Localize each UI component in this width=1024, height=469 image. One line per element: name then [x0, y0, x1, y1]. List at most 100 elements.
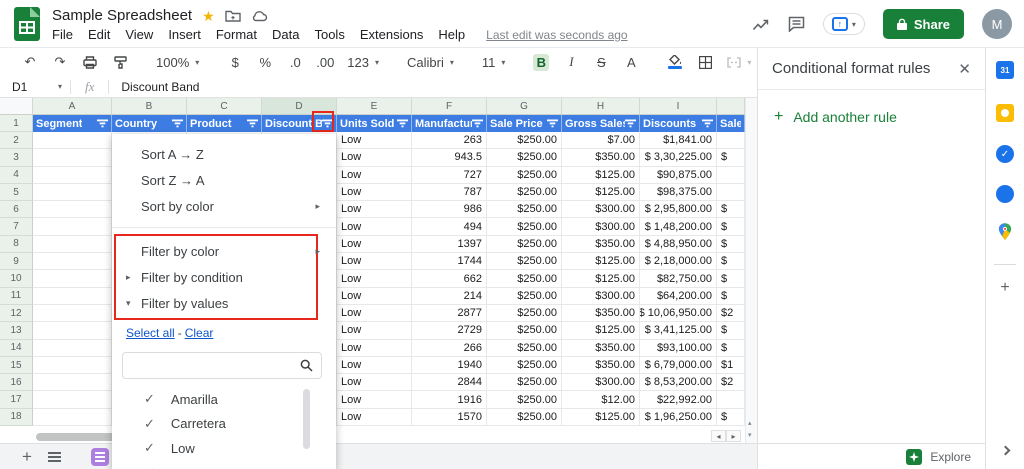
cell[interactable]: $93,100.00 [640, 339, 717, 357]
font-select[interactable]: Calibri ▾ [407, 55, 454, 70]
cell[interactable]: $ [717, 322, 745, 340]
header-cell-units-sold[interactable]: Units Sold [337, 115, 412, 132]
merge-cells-button[interactable]: ▾ [727, 56, 751, 68]
star-icon[interactable]: ★ [202, 9, 215, 23]
cell[interactable]: $350.00 [562, 339, 640, 357]
cell[interactable]: 787 [412, 183, 487, 202]
row-number[interactable]: 5 [0, 183, 33, 202]
cell[interactable]: 1744 [412, 253, 487, 271]
row-number[interactable]: 18 [0, 408, 33, 427]
increase-decimal-button[interactable]: .00 [316, 55, 334, 70]
cell[interactable]: $300.00 [562, 374, 640, 392]
menu-extensions[interactable]: Extensions [360, 27, 424, 42]
column-header-H[interactable]: H [562, 98, 640, 115]
cell[interactable]: $2 [717, 374, 745, 392]
cell[interactable]: $250.00 [487, 149, 562, 167]
cell[interactable]: $250.00 [487, 235, 562, 254]
undo-button[interactable]: ↶ [22, 54, 38, 70]
menu-file[interactable]: File [52, 27, 73, 42]
row-number[interactable]: 8 [0, 235, 33, 254]
column-header-D[interactable]: D [262, 98, 337, 115]
filter-icon[interactable] [322, 119, 333, 128]
cell[interactable]: Low [337, 322, 412, 340]
document-title[interactable]: Sample Spreadsheet [52, 7, 192, 24]
cell[interactable] [33, 183, 112, 202]
filter-icon[interactable] [702, 119, 713, 128]
cell[interactable]: 1570 [412, 408, 487, 427]
cell[interactable]: Low [337, 304, 412, 323]
cell[interactable]: $64,200.00 [640, 287, 717, 305]
cell[interactable]: $250.00 [487, 322, 562, 340]
cell[interactable]: $ 1,48,200.00 [640, 218, 717, 236]
cell[interactable]: 266 [412, 339, 487, 357]
vertical-scrollbar[interactable]: ▴ ▾ [745, 98, 757, 443]
cell[interactable]: $300.00 [562, 201, 640, 219]
cell[interactable]: $12.00 [562, 391, 640, 409]
cell[interactable]: 1397 [412, 235, 487, 254]
cell[interactable]: $ 4,88,950.00 [640, 235, 717, 254]
column-header-F[interactable]: F [412, 98, 487, 115]
column-header-B[interactable]: B [112, 98, 187, 115]
close-icon[interactable]: ✕ [958, 60, 971, 78]
cloud-status-icon[interactable] [251, 10, 268, 22]
cell[interactable]: Low [337, 235, 412, 254]
filter-icon[interactable] [547, 119, 558, 128]
bold-button[interactable]: B [533, 53, 550, 71]
cell[interactable]: $ [717, 149, 745, 167]
cell[interactable]: $125.00 [562, 322, 640, 340]
cell[interactable]: $ [717, 253, 745, 271]
cell[interactable] [33, 253, 112, 271]
cell[interactable]: 2844 [412, 374, 487, 392]
menu-help[interactable]: Help [438, 27, 465, 42]
row-number[interactable]: 1 [0, 115, 33, 132]
header-cell-country[interactable]: Country [112, 115, 187, 132]
cell[interactable]: $350.00 [562, 235, 640, 254]
cell[interactable] [33, 132, 112, 150]
cell[interactable]: 494 [412, 218, 487, 236]
scroll-left-icon[interactable]: ◂ [711, 430, 726, 442]
menu-tools[interactable]: Tools [314, 27, 344, 42]
cell[interactable] [717, 183, 745, 202]
filter-search-box[interactable] [122, 352, 322, 379]
formula-input[interactable]: Discount Band [109, 80, 199, 94]
menu-item-filter-by-color[interactable]: Filter by color ▸ [112, 238, 336, 264]
cell[interactable]: $ 2,95,800.00 [640, 201, 717, 219]
cell[interactable]: $125.00 [562, 166, 640, 184]
cell[interactable]: $250.00 [487, 201, 562, 219]
header-cell-sale-price[interactable]: Sale Price [487, 115, 562, 132]
row-number[interactable]: 4 [0, 166, 33, 184]
cell[interactable]: $250.00 [487, 287, 562, 305]
cell[interactable]: 2729 [412, 322, 487, 340]
cell[interactable] [33, 304, 112, 323]
cell[interactable]: Low [337, 253, 412, 271]
row-number[interactable]: 6 [0, 201, 33, 219]
value-list-scrollbar[interactable] [303, 389, 310, 449]
font-size-select[interactable]: 11 ▾ [482, 55, 506, 70]
cell[interactable]: Low [337, 132, 412, 150]
cell[interactable] [717, 391, 745, 409]
filter-icon[interactable] [97, 119, 108, 128]
cell[interactable]: $250.00 [487, 356, 562, 375]
cell[interactable] [717, 132, 745, 150]
row-number[interactable]: 3 [0, 149, 33, 167]
cell[interactable]: 2877 [412, 304, 487, 323]
filter-icon[interactable] [172, 119, 183, 128]
cell[interactable]: Low [337, 183, 412, 202]
move-folder-icon[interactable] [224, 9, 241, 22]
grid-corner[interactable] [0, 98, 33, 115]
cell[interactable]: Low [337, 356, 412, 375]
cell[interactable] [33, 322, 112, 340]
cell[interactable]: Low [337, 339, 412, 357]
cell[interactable] [717, 166, 745, 184]
cell[interactable] [33, 408, 112, 427]
cell[interactable]: Low [337, 270, 412, 288]
scroll-down-icon[interactable]: ▾ [748, 431, 752, 439]
cell[interactable]: $125.00 [562, 270, 640, 288]
fill-color-button[interactable] [667, 55, 683, 69]
cell[interactable]: 662 [412, 270, 487, 288]
cell[interactable]: $ [717, 218, 745, 236]
menu-item-sort-a-z[interactable]: Sort A → Z [112, 141, 336, 167]
collapse-chevron-icon[interactable] [1000, 441, 1010, 459]
cell[interactable]: $300.00 [562, 287, 640, 305]
borders-button[interactable] [697, 55, 713, 69]
